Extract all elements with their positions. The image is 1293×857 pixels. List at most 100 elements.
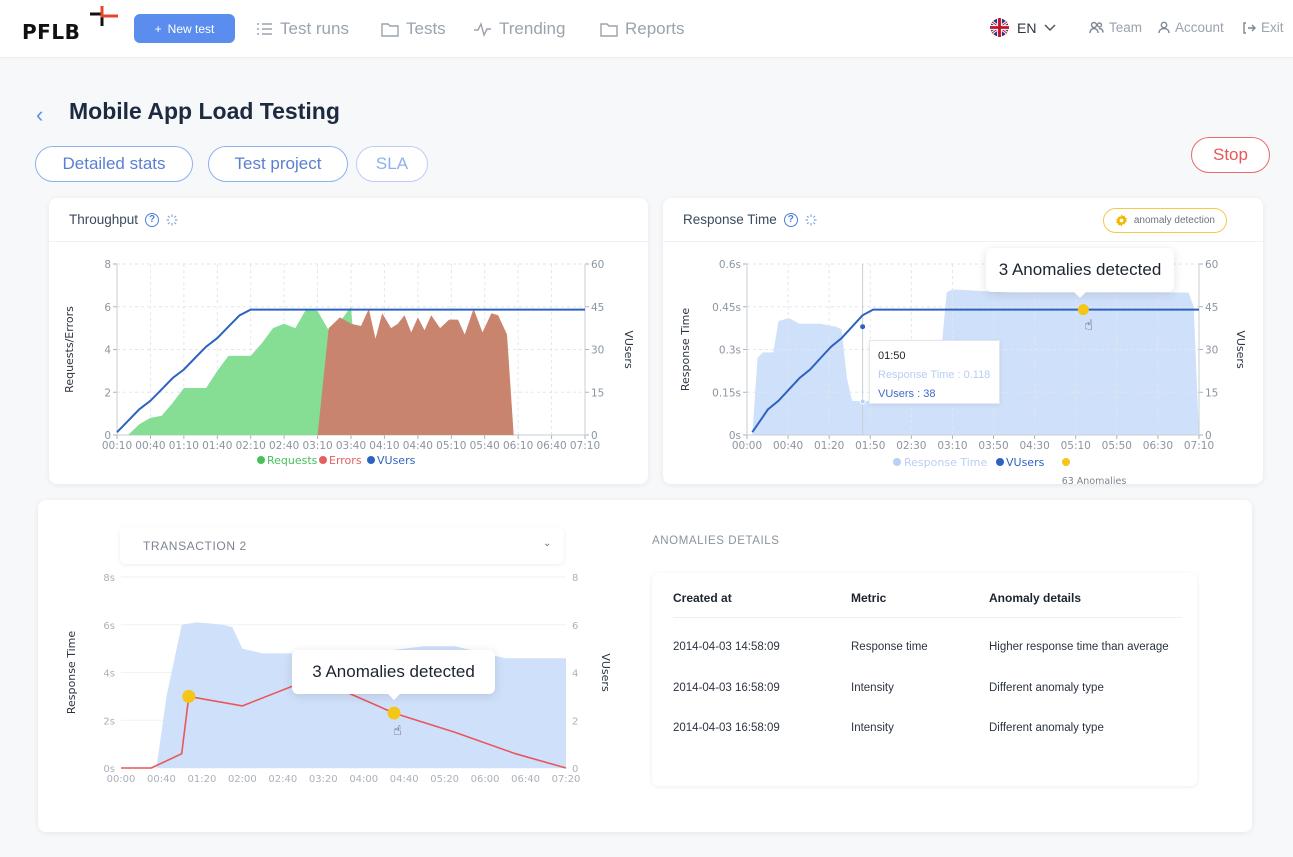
tab-test-project[interactable]: Test project: [208, 146, 348, 182]
exit-link[interactable]: Exit: [1243, 20, 1284, 35]
y-tick-label: 8: [104, 259, 111, 271]
y-tick-label: 4s: [103, 669, 115, 680]
nav-label: Trending: [499, 19, 566, 38]
transaction-select[interactable]: TRANSACTION 2 ⌄: [120, 527, 564, 564]
y2-axis-title: VUsers: [622, 330, 635, 369]
back-chevron-icon[interactable]: ‹: [36, 102, 43, 128]
x-tick-label: 03:20: [309, 774, 338, 785]
x-tick-label: 03:40: [336, 440, 366, 452]
throughput-title: Throughput: [69, 212, 139, 227]
cell-metric: Intensity: [851, 722, 894, 734]
loading-spinner-icon: [166, 214, 178, 225]
table-row[interactable]: 2014-04-03 16:58:09 Intensity Different …: [673, 682, 1182, 702]
y2-axis-title: VUsers: [599, 653, 612, 692]
legend-label: Errors: [329, 454, 362, 467]
nav-reports[interactable]: Reports: [600, 18, 685, 40]
tooltip-response-time: Response Time : 0.118: [878, 369, 991, 381]
transaction-anomalies-popup: 3 Anomalies detected: [292, 650, 495, 700]
hover-point-response: [859, 398, 866, 405]
tab-detailed-stats[interactable]: Detailed stats: [35, 146, 193, 182]
x-tick-label: 01:50: [855, 440, 885, 452]
cell-created-at: 2014-04-03 14:58:09: [673, 641, 780, 653]
nav-tests[interactable]: Tests: [381, 18, 446, 40]
logo-text: PFLB: [22, 20, 81, 44]
pulse-icon: [474, 21, 491, 37]
x-tick-label: 05:10: [436, 440, 466, 452]
hand-cursor-icon: ☝: [1084, 318, 1093, 334]
y-tick-label: 4: [104, 345, 111, 357]
new-test-button[interactable]: + New test: [134, 14, 235, 43]
errors-area: [317, 308, 514, 435]
y2-tick-label: 60: [1205, 259, 1218, 271]
tab-sla[interactable]: SLA: [356, 146, 428, 182]
new-test-label: New test: [167, 21, 215, 36]
x-tick-label: 06:40: [511, 774, 540, 785]
y-axis-title: Requests/Errors: [63, 306, 76, 393]
x-tick-label: 03:10: [302, 440, 332, 452]
table-row[interactable]: 2014-04-03 14:58:09 Response time Higher…: [673, 641, 1182, 661]
page-title: Mobile App Load Testing: [69, 98, 340, 124]
anomaly-point: [387, 706, 401, 720]
top-navigation: PFLB + New test Test runs Tests Trending…: [0, 0, 1293, 58]
x-tick-label: 07:10: [570, 440, 600, 452]
x-tick-label: 03:50: [978, 440, 1008, 452]
y2-tick-label: 2: [572, 716, 578, 727]
x-tick-label: 01:20: [814, 440, 844, 452]
anomaly-detection-label: anomaly detection: [1133, 215, 1215, 226]
legend-label: Response Time: [904, 456, 987, 469]
plus-icon: +: [154, 21, 162, 36]
legend-marker: [367, 456, 375, 464]
legend-marker: [893, 458, 901, 466]
anomaly-detection-button[interactable]: anomaly detection: [1102, 208, 1227, 233]
header-divider: [673, 617, 1182, 618]
help-icon[interactable]: ?: [145, 212, 160, 227]
x-tick-label: 01:40: [202, 440, 232, 452]
anomalies-details-title: ANOMALIES DETAILS: [652, 535, 780, 547]
response-time-title: Response Time: [683, 212, 777, 227]
language-selector[interactable]: EN: [990, 18, 1056, 37]
uk-flag-icon: [990, 18, 1009, 37]
x-tick-label: 01:10: [169, 440, 199, 452]
x-tick-label: 04:30: [1020, 440, 1050, 452]
team-link[interactable]: Team: [1089, 20, 1142, 35]
y2-axis-title: VUsers: [1234, 330, 1247, 369]
y2-tick-label: 15: [1205, 387, 1218, 399]
legend-label: VUsers: [377, 454, 416, 467]
chevron-down-icon: [1044, 23, 1056, 31]
team-icon: [1089, 21, 1104, 34]
logo-mark-icon: [90, 6, 118, 26]
hover-point-vusers: [860, 324, 866, 330]
nav-label: Reports: [625, 19, 685, 38]
stop-button[interactable]: Stop: [1191, 137, 1270, 173]
cell-anomaly-details: Different anomaly type: [989, 682, 1104, 694]
y-tick-label: 6: [104, 302, 111, 314]
legend-marker: [319, 456, 327, 464]
chart-hover-tooltip: 01:50 Response Time : 0.118 VUsers : 38: [869, 340, 1000, 404]
cell-anomaly-details: Different anomaly type: [989, 722, 1104, 734]
x-tick-label: 00:40: [773, 440, 803, 452]
table-row[interactable]: 2014-04-03 16:58:09 Intensity Different …: [673, 722, 1182, 742]
language-code: EN: [1017, 19, 1037, 36]
tooltip-vusers: VUsers : 38: [878, 388, 936, 400]
cell-metric: Intensity: [851, 682, 894, 694]
x-tick-label: 06:00: [471, 774, 500, 785]
team-label: Team: [1109, 20, 1143, 35]
cell-metric: Response time: [851, 641, 928, 653]
hand-cursor-icon: ☝: [393, 723, 402, 739]
nav-trending[interactable]: Trending: [473, 18, 565, 40]
cell-created-at: 2014-04-03 16:58:09: [673, 722, 780, 734]
help-icon[interactable]: ?: [783, 212, 798, 227]
y-tick-label: 2: [104, 387, 111, 399]
anomaly-point: [182, 689, 196, 703]
y-axis-title: Response Time: [679, 308, 692, 391]
account-link[interactable]: Account: [1158, 20, 1224, 35]
pflb-logo[interactable]: PFLB: [22, 4, 118, 46]
x-tick-label: 02:30: [896, 440, 926, 452]
anomalies-popup: 3 Anomalies detected: [986, 248, 1174, 298]
loading-spinner-icon: [805, 214, 817, 225]
exit-label: Exit: [1261, 20, 1284, 35]
x-tick-label: 04:00: [349, 774, 378, 785]
nav-test-runs[interactable]: Test runs: [256, 18, 349, 40]
y2-tick-label: 8: [572, 573, 578, 584]
y-tick-label: 6s: [103, 621, 115, 632]
